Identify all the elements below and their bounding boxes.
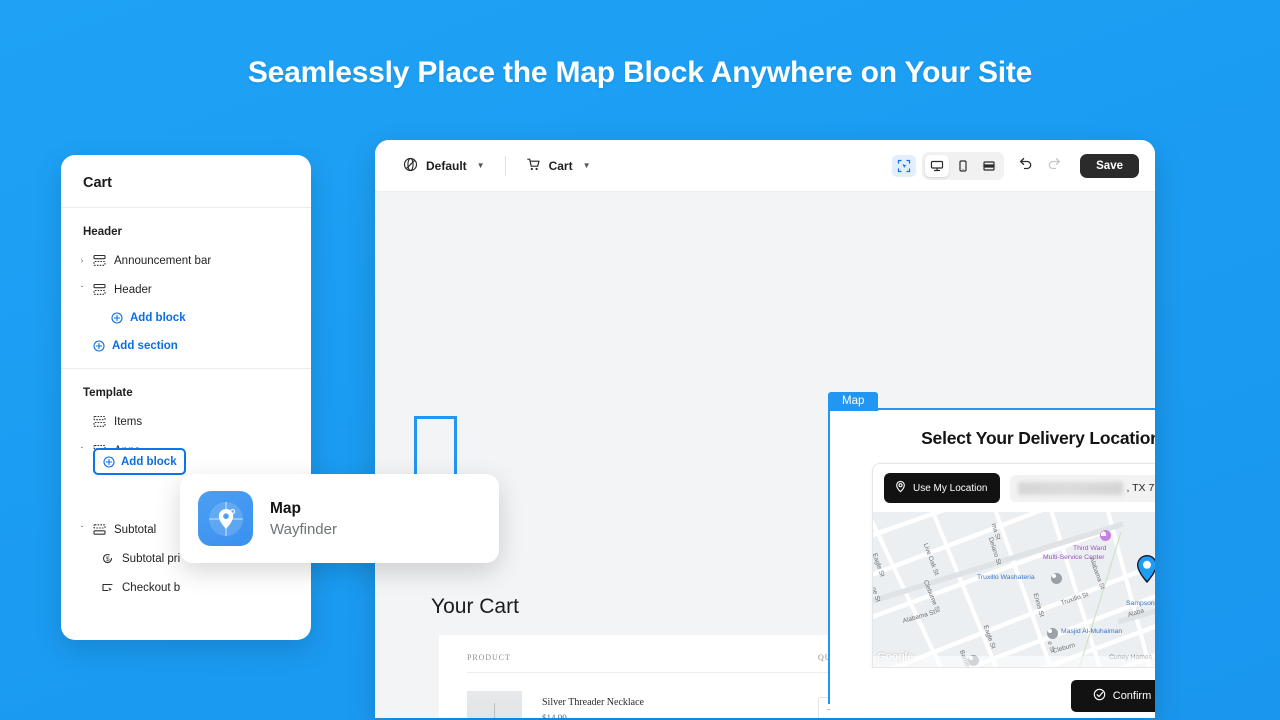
location-pin-marker[interactable] — [1135, 554, 1155, 584]
product-info: Silver Threader Necklace $14.99 — [522, 691, 818, 718]
fullwidth-icon[interactable] — [977, 155, 1001, 177]
sidebar-item-label: Checkout b — [122, 581, 181, 594]
chevron-down-icon[interactable]: ˇ — [75, 285, 89, 294]
page-label: Cart — [548, 158, 573, 173]
redo-icon[interactable] — [1046, 155, 1062, 176]
section-icon — [89, 523, 109, 536]
use-my-location-button[interactable]: Use My Location — [884, 473, 1001, 503]
poi-label-masjid: Masjid Al-Muhaiman — [1061, 628, 1123, 635]
chevron-right-icon[interactable]: › — [75, 256, 89, 265]
theme-editor-sidebar: Cart Header › Announcement bar ˇ Header … — [61, 155, 311, 640]
svg-text:$: $ — [106, 556, 110, 563]
add-block-label: Add block — [130, 312, 186, 324]
add-block-button-header[interactable]: Add block — [61, 304, 311, 332]
page-title: Seamlessly Place the Map Block Anywhere … — [247, 56, 1033, 89]
save-button[interactable]: Save — [1080, 153, 1139, 178]
plus-circle-icon — [93, 340, 105, 352]
chevron-down-icon[interactable]: ˇ — [75, 525, 89, 534]
caret-placeholder: \u00A0 — [75, 417, 89, 426]
map-block-heading: Select Your Delivery Location to Continu… — [921, 428, 1155, 448]
address-redacted — [1018, 481, 1124, 495]
theme-label: Default — [426, 158, 467, 173]
sidebar-item-items[interactable]: \u00A0 Items — [61, 407, 311, 436]
mobile-icon[interactable] — [951, 155, 975, 177]
use-my-location-label: Use My Location — [913, 482, 988, 494]
sidebar-item-label: Subtotal pri — [122, 552, 181, 565]
sidebar-item-label: Items — [114, 415, 143, 428]
sidebar-group-heading-template: Template — [83, 387, 133, 399]
sidebar-item-label: Header — [114, 283, 152, 296]
checkout-icon — [97, 581, 117, 594]
editor-canvas: Your Cart PRODUCT QUANTITY TOTAL Silver … — [375, 192, 1155, 718]
section-icon — [89, 415, 109, 428]
address-input[interactable]: , TX 77004, USA — [1010, 474, 1155, 502]
app-block-card-map[interactable]: Map Wayfinder — [180, 474, 499, 563]
sidebar-item-checkout-button[interactable]: Checkout b — [61, 573, 311, 602]
sidebar-group-header: Header › Announcement bar ˇ Header Add b… — [61, 208, 311, 368]
map-attribution: Keyboard shortcuts Map data ©2024 Google… — [873, 656, 1155, 667]
chevron-down-icon[interactable]: ˇ — [75, 446, 89, 455]
inspector-icon[interactable] — [892, 154, 917, 177]
map-search-row: Use My Location , TX 77004, USA Map Sate… — [873, 464, 1155, 512]
check-circle-icon — [1093, 688, 1106, 704]
confirm-location-row: Confirm location — [830, 668, 1155, 718]
sidebar-item-header[interactable]: ˇ Header — [61, 275, 311, 304]
chevron-down-icon[interactable]: ▼ — [583, 161, 591, 170]
poi-marker[interactable] — [1100, 530, 1111, 541]
plus-circle-icon — [103, 455, 115, 468]
section-icon — [89, 283, 109, 296]
sidebar-item-label: Subtotal — [114, 523, 157, 536]
add-section-label: Add section — [112, 340, 178, 352]
globe-icon — [403, 157, 418, 175]
chevron-down-icon[interactable]: ▼ — [477, 161, 485, 170]
map-viewport[interactable]: Live Oak St Cleburne St Delano St Eagle … — [873, 512, 1155, 667]
sidebar-title: Cart — [61, 155, 311, 208]
map-pin-app-icon — [198, 491, 253, 546]
app-name: Map — [270, 499, 301, 517]
add-block-label: Add block — [121, 455, 177, 468]
sidebar-group-heading-header: Header — [83, 226, 122, 238]
toolbar-divider — [504, 155, 506, 176]
poi-label-third-ward: Third Ward — [1073, 545, 1107, 552]
product-price: $14.99 — [542, 713, 567, 718]
app-card-meta: Map Wayfinder — [253, 500, 337, 538]
price-icon: $ — [97, 552, 117, 565]
product-thumbnail — [467, 691, 522, 718]
poi-label-third-ward-2: Multi-Service Center — [1043, 554, 1105, 561]
map-block[interactable]: Select Your Delivery Location to Continu… — [828, 408, 1155, 718]
desktop-icon[interactable] — [925, 154, 950, 177]
app-vendor: Wayfinder — [270, 520, 337, 538]
confirm-location-label: Confirm location — [1112, 690, 1155, 702]
location-pin-icon — [894, 480, 907, 496]
confirm-location-button[interactable]: Confirm location — [1070, 680, 1155, 712]
column-header-product: PRODUCT — [467, 653, 511, 662]
map-streets — [873, 512, 1155, 667]
map-panel: Use My Location , TX 77004, USA Map Sate… — [872, 463, 1155, 668]
product-name: Silver Threader Necklace — [542, 697, 644, 708]
device-preview-group — [922, 151, 1005, 180]
map-block-tab[interactable]: Map — [828, 392, 879, 411]
poi-label-truxillo-washateria: Truxillo Washateria — [977, 574, 1035, 581]
poi-marker[interactable] — [1051, 573, 1062, 584]
editor-toolbar: Default ▼ Cart ▼ Save — [375, 140, 1155, 192]
add-section-button[interactable]: Add section — [61, 332, 311, 360]
sidebar-item-label: Announcement bar — [114, 254, 212, 267]
poi-label-sampson-liquor: Sampson Liquor Store — [1126, 600, 1155, 607]
theme-selector[interactable]: Default ▼ — [403, 157, 485, 175]
sidebar-item-announcement-bar[interactable]: › Announcement bar — [61, 246, 311, 275]
page-selector[interactable]: Cart ▼ — [526, 157, 591, 175]
cart-icon — [526, 157, 541, 175]
poi-marker[interactable] — [1047, 628, 1058, 639]
plus-circle-icon — [111, 312, 123, 324]
undo-icon[interactable] — [1018, 155, 1034, 176]
theme-editor-window: Default ▼ Cart ▼ Save Your Cart PRODUCT … — [375, 140, 1155, 718]
connector-line-horizontal-mid — [414, 416, 457, 419]
section-icon — [89, 254, 109, 267]
address-value: , TX 77004, USA — [1126, 482, 1155, 494]
add-block-button-apps-selected[interactable]: Add block — [93, 448, 186, 475]
